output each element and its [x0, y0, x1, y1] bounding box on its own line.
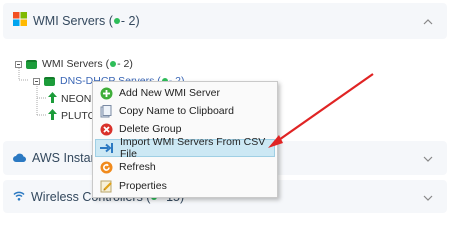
annotation-arrow [268, 73, 374, 148]
